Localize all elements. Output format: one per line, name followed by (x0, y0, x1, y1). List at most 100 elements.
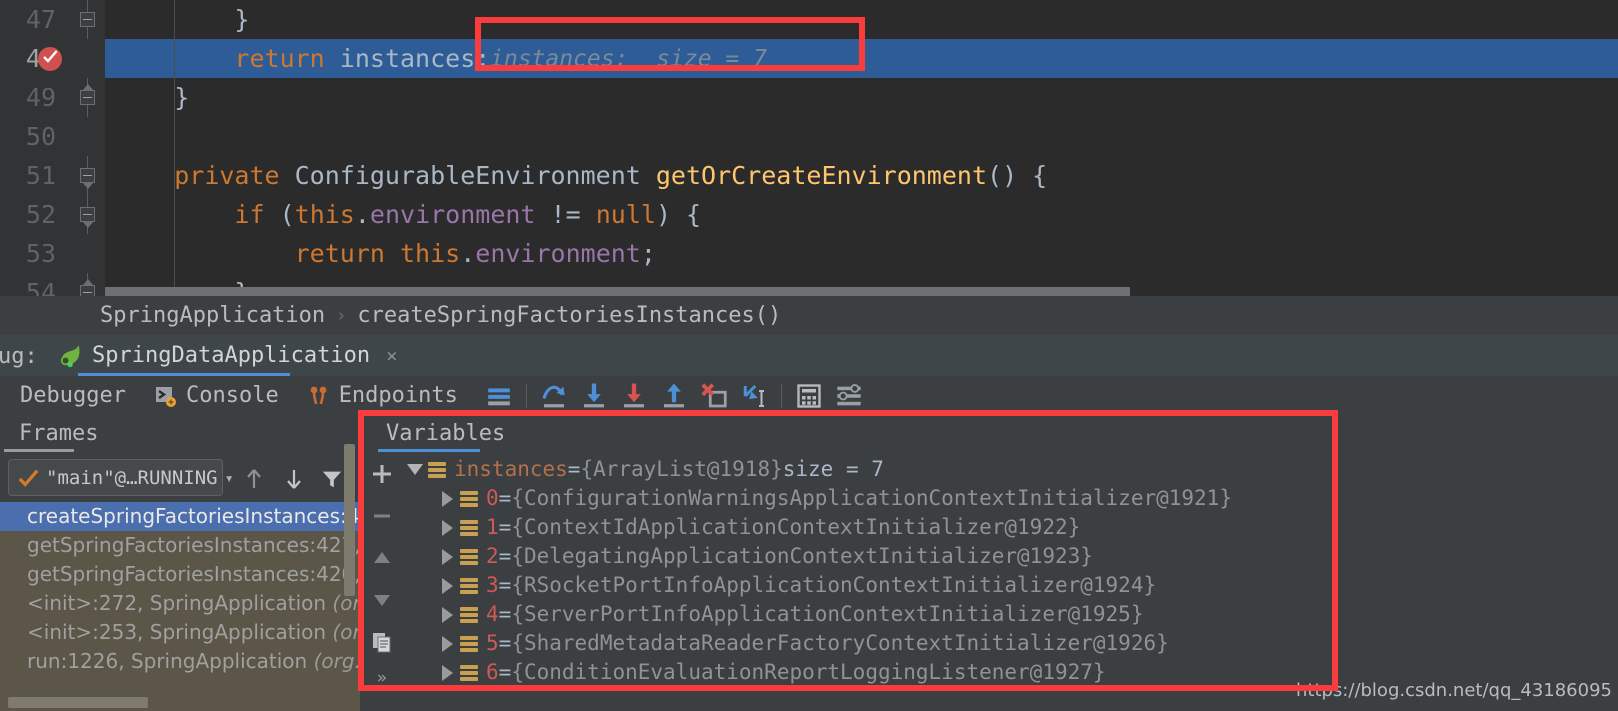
frame-row[interactable]: getSpringFactoriesInstances:420, S (0, 560, 360, 589)
frame-row[interactable]: <init>:272, SpringApplication (org (0, 589, 360, 618)
gutter-row[interactable]: 52 (0, 195, 105, 234)
variables-tree[interactable]: instances = {ArrayList@1918} size = 70 =… (402, 455, 1618, 711)
frame-down-icon[interactable] (280, 465, 308, 493)
frames-vertical-scrollbar[interactable] (344, 444, 355, 596)
line-number: 49 (25, 83, 56, 112)
code-line[interactable]: } (105, 0, 1618, 39)
step-over-icon[interactable] (537, 379, 571, 413)
variable-name: 2 (486, 544, 499, 568)
variable-row[interactable]: 4 = {ServerPortInfoApplicationContextIni… (402, 600, 1618, 629)
frame-row-package: (org.s (313, 649, 360, 673)
breadcrumb-item-class[interactable]: SpringApplication (100, 303, 325, 328)
frames-tab[interactable]: Frames (0, 415, 360, 453)
frames-horizontal-scrollbar[interactable] (8, 697, 148, 708)
variable-row[interactable]: instances = {ArrayList@1918} size = 7 (402, 455, 1618, 484)
fold-marker-icon[interactable] (80, 12, 95, 27)
step-out-icon[interactable] (657, 379, 691, 413)
array-list-icon (460, 577, 478, 594)
thread-selector[interactable]: "main"@…RUNNING ▾ (8, 459, 234, 496)
chevron-right-icon[interactable] (434, 490, 460, 507)
variable-row[interactable]: 2 = {DelegatingApplicationContextInitial… (402, 542, 1618, 571)
remove-watch-icon[interactable] (364, 495, 400, 537)
move-watch-down-icon[interactable] (364, 579, 400, 621)
editor-horizontal-scrollbar[interactable] (105, 287, 1130, 296)
code-line[interactable]: private ConfigurableEnvironment getOrCre… (105, 156, 1618, 195)
code-line[interactable]: } (105, 78, 1618, 117)
tab-console[interactable]: Console (140, 376, 293, 415)
gutter-row[interactable]: 51 (0, 156, 105, 195)
frame-up-icon[interactable] (240, 465, 268, 493)
variable-name: 1 (486, 515, 499, 539)
move-watch-up-icon[interactable] (364, 537, 400, 579)
variable-value: {ContextIdApplicationContextInitializer@… (511, 515, 1081, 539)
variable-row[interactable]: 1 = {ContextIdApplicationContextInitiali… (402, 513, 1618, 542)
line-number: 47 (25, 5, 56, 34)
run-tool-window-label: ug: (0, 344, 38, 369)
fold-marker-icon[interactable] (80, 207, 95, 228)
indent-guide (174, 78, 176, 117)
chevron-down-icon[interactable]: ▾ (225, 469, 234, 487)
frame-row-package: (org (332, 620, 360, 644)
breadcrumb-item-method[interactable]: createSpringFactoriesInstances() (357, 303, 781, 328)
fold-marker-icon[interactable] (80, 168, 95, 189)
variable-row[interactable]: 5 = {SharedMetadataReaderFactoryContextI… (402, 629, 1618, 658)
chevron-right-icon[interactable] (434, 606, 460, 623)
evaluate-expression-icon[interactable] (792, 379, 826, 413)
run-to-cursor-icon[interactable] (737, 379, 771, 413)
variable-value: {ConfigurationWarningsApplicationContext… (511, 486, 1232, 510)
gutter-row[interactable]: 49 (0, 78, 105, 117)
variable-name: 3 (486, 573, 499, 597)
variable-name: instances (454, 457, 568, 481)
code-text-area[interactable]: } return instances; instances: size = 7 }… (105, 0, 1618, 312)
frames-list[interactable]: createSpringFactoriesInstances:448 getSpr… (0, 502, 360, 711)
show-execution-point-icon[interactable] (482, 379, 516, 413)
close-icon[interactable]: × (386, 345, 397, 367)
fold-marker-icon[interactable] (80, 84, 95, 105)
frame-row[interactable]: run:1226, SpringApplication (org.s (0, 647, 360, 676)
code-line[interactable]: if (this.environment != null) { (105, 195, 1618, 234)
variable-row[interactable]: 0 = {ConfigurationWarningsApplicationCon… (402, 484, 1618, 513)
code-line[interactable]: return this.environment; (105, 234, 1618, 273)
code-line[interactable] (105, 117, 1618, 156)
code-editor[interactable]: 4748495051525354 } return instances;inst… (0, 0, 1618, 312)
expand-more-icon[interactable]: » (364, 663, 400, 693)
line-number: 53 (25, 239, 56, 268)
add-watch-icon[interactable] (364, 453, 400, 495)
gutter-row[interactable]: 47 (0, 0, 105, 39)
frame-row[interactable]: <init>:253, SpringApplication (org (0, 618, 360, 647)
step-into-icon[interactable] (577, 379, 611, 413)
frame-row-selected[interactable]: createSpringFactoriesInstances:448 (0, 502, 360, 531)
tab-endpoints[interactable]: Endpoints (293, 376, 472, 415)
variables-tab[interactable]: Variables (372, 415, 505, 453)
filter-icon[interactable] (318, 465, 346, 493)
breadcrumb-separator-icon: › (336, 305, 347, 326)
gutter-row[interactable]: 48 (0, 39, 105, 78)
run-tab-springdataapplication[interactable]: SpringDataApplication × (46, 335, 408, 376)
code-line[interactable]: return instances; instances: size = 7 (105, 39, 1618, 78)
variable-equals: = (498, 602, 512, 626)
copy-value-icon[interactable] (364, 621, 400, 663)
variable-equals: = (498, 515, 512, 539)
variable-value: {ConditionEvaluationReportLoggingListene… (511, 660, 1106, 684)
chevron-right-icon[interactable] (434, 577, 460, 594)
chevron-right-icon[interactable] (434, 635, 460, 652)
chevron-right-icon[interactable] (434, 519, 460, 536)
drop-frame-icon[interactable] (697, 379, 731, 413)
variable-value: {RSocketPortInfoApplicationContextInitia… (511, 573, 1157, 597)
force-step-into-icon[interactable] (617, 379, 651, 413)
frame-row[interactable]: getSpringFactoriesInstances:427, S (0, 531, 360, 560)
chevron-down-icon[interactable] (402, 464, 428, 475)
inline-debugger-value-hint[interactable]: instances: size = 7 (490, 45, 767, 73)
variable-row[interactable]: 3 = {RSocketPortInfoApplicationContextIn… (402, 571, 1618, 600)
frame-row-label: run:1226, SpringApplication (27, 649, 314, 673)
breakpoint-icon[interactable] (38, 47, 62, 71)
editor-gutter[interactable]: 4748495051525354 (0, 0, 105, 312)
layout-settings-icon[interactable] (832, 379, 866, 413)
chevron-right-icon[interactable] (434, 664, 460, 681)
gutter-row[interactable]: 53 (0, 234, 105, 273)
gutter-row[interactable]: 50 (0, 117, 105, 156)
array-list-icon (428, 461, 446, 478)
tab-debugger[interactable]: Debugger (6, 376, 140, 415)
chevron-right-icon[interactable] (434, 548, 460, 565)
code-line-text: } (114, 83, 190, 112)
